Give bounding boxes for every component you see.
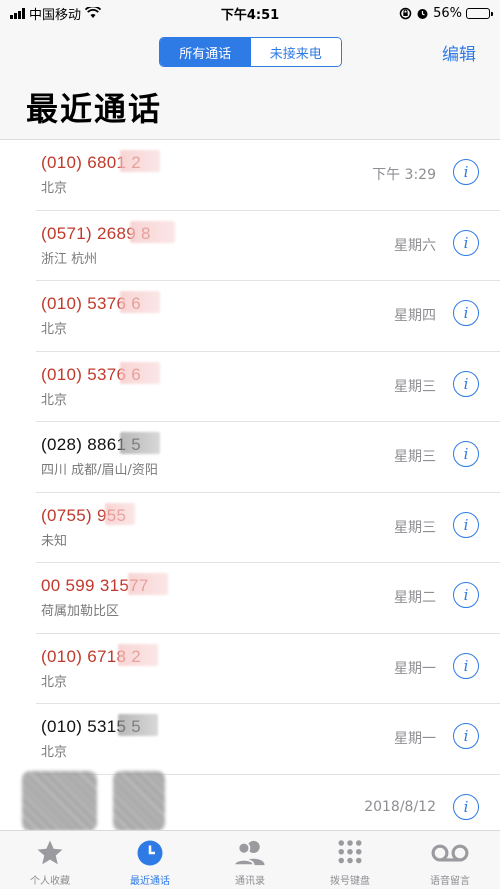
tab-label-voicemail: 语音留言 xyxy=(430,876,470,887)
call-time: 星期四 xyxy=(394,308,436,324)
tab-voicemail[interactable]: 语音留言 xyxy=(400,831,500,889)
status-left: 中国移动 xyxy=(10,4,102,23)
tab-keypad[interactable]: 拨号键盘 xyxy=(300,831,400,889)
call-location: 未知 xyxy=(41,533,68,549)
info-icon[interactable]: i xyxy=(453,652,479,679)
wifi-icon xyxy=(85,7,102,18)
redaction-blur xyxy=(128,573,168,595)
redaction-scribble xyxy=(22,770,97,830)
redaction-blur xyxy=(120,150,160,172)
call-time: 星期六 xyxy=(394,237,436,254)
call-location: 浙江 杭州 xyxy=(41,251,98,267)
redaction-blur xyxy=(118,643,158,666)
call-row[interactable]: 2018/8/12 i xyxy=(22,770,500,830)
carrier-label: 中国移动 xyxy=(29,7,82,23)
redaction-blur xyxy=(120,361,160,384)
call-row[interactable]: 00 599 31577 荷属加勒比区 星期二 i xyxy=(36,563,500,634)
info-icon[interactable]: i xyxy=(453,370,479,397)
call-row[interactable]: (010) 6718 2 北京 星期一 i xyxy=(36,634,500,704)
battery-percent: 56% xyxy=(433,5,462,21)
battery-icon xyxy=(466,7,493,19)
redaction-blur xyxy=(118,714,158,736)
info-icon[interactable]: i xyxy=(453,723,479,749)
info-icon[interactable]: i xyxy=(453,229,479,256)
call-time: 星期三 xyxy=(394,378,436,395)
redaction-blur xyxy=(120,291,160,313)
call-location: 北京 xyxy=(41,674,68,690)
redaction-blur xyxy=(105,502,135,525)
call-row[interactable]: (010) 5376 6 北京 星期四 i xyxy=(36,281,500,352)
call-location: 北京 xyxy=(41,745,68,760)
clock-icon xyxy=(135,837,165,869)
tab-label-contacts: 通讯录 xyxy=(235,876,265,887)
call-row[interactable]: (0571) 2689 8 浙江 杭州 星期六 i xyxy=(36,211,500,281)
tab-contacts[interactable]: 通讯录 xyxy=(200,831,300,889)
call-location: 四川 成都/眉山/资阳 xyxy=(41,463,158,478)
call-time: 星期二 xyxy=(394,590,436,606)
info-icon[interactable]: i xyxy=(453,582,479,608)
tab-favorites[interactable]: 个人收藏 xyxy=(0,831,100,889)
tab-label-recents: 最近通话 xyxy=(130,876,170,887)
segment-missed-calls[interactable]: 未接来电 xyxy=(250,38,341,66)
edit-button[interactable]: 编辑 xyxy=(442,40,476,65)
page-title: 最近通话 xyxy=(26,90,163,128)
call-location: 北京 xyxy=(41,392,68,408)
keypad-icon xyxy=(335,837,365,869)
call-row[interactable]: (010) 6801 2 北京 下午 3:29 i xyxy=(36,140,500,211)
redaction-blur xyxy=(120,432,160,454)
info-icon[interactable]: i xyxy=(453,159,479,185)
call-location: 北京 xyxy=(41,181,68,196)
call-time: 2018/8/12 xyxy=(364,798,436,815)
call-row[interactable]: (010) 5315 5 北京 星期一 i xyxy=(36,704,500,775)
call-filter-segmented-control[interactable]: 所有通话 未接来电 xyxy=(159,37,342,67)
status-time: 下午4:51 xyxy=(220,7,280,23)
info-icon[interactable]: i xyxy=(453,441,479,467)
tab-bar: 个人收藏 最近通话 通讯录 拨号键盘 语音留言 xyxy=(0,830,500,889)
rotation-lock-icon xyxy=(399,7,412,19)
tab-recents[interactable]: 最近通话 xyxy=(100,831,200,889)
call-row[interactable]: (010) 5376 6 北京 星期三 i xyxy=(36,352,500,422)
call-time: 星期一 xyxy=(394,731,436,747)
tab-label-favorites: 个人收藏 xyxy=(30,876,70,887)
star-icon xyxy=(35,837,65,869)
redaction-scribble xyxy=(113,770,165,830)
status-right: 56% xyxy=(399,5,493,21)
call-time: 下午 3:29 xyxy=(372,167,436,183)
contacts-icon xyxy=(233,837,267,869)
info-icon[interactable]: i xyxy=(453,511,479,538)
call-row[interactable]: (0755) 955 未知 星期三 i xyxy=(36,493,500,563)
call-time: 星期三 xyxy=(394,519,436,536)
tab-label-keypad: 拨号键盘 xyxy=(330,876,370,887)
voicemail-icon xyxy=(430,837,470,869)
info-icon[interactable]: i xyxy=(453,793,479,820)
signal-icon xyxy=(10,7,25,19)
recent-calls-list[interactable]: (010) 6801 2 北京 下午 3:29 i (0571) 2689 8 浙江 杭州… xyxy=(0,140,500,830)
redaction-blur xyxy=(130,220,175,243)
info-icon[interactable]: i xyxy=(453,300,479,326)
call-location: 荷属加勒比区 xyxy=(41,604,120,619)
segment-all-calls[interactable]: 所有通话 xyxy=(160,38,251,66)
navigation-bar: 所有通话 未接来电 编辑 最近通话 xyxy=(0,26,500,140)
call-location: 北京 xyxy=(41,322,68,337)
status-bar: 中国移动 下午4:51 56% xyxy=(0,0,500,26)
call-row[interactable]: (028) 8861 5 四川 成都/眉山/资阳 星期三 i xyxy=(36,422,500,493)
alarm-icon xyxy=(417,8,428,19)
call-time: 星期三 xyxy=(394,449,436,465)
call-time: 星期一 xyxy=(394,660,436,677)
